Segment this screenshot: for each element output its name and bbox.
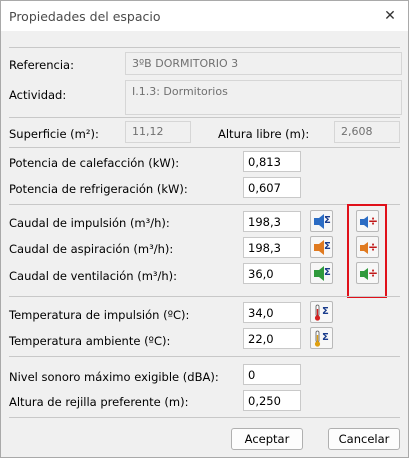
fan-divide-icon: ÷ [360, 214, 378, 228]
referencia-field: 3ºB DORMITORIO 3 [125, 52, 402, 75]
caudal-impulsion-input[interactable]: 198,3 [243, 211, 301, 232]
divider [9, 356, 400, 357]
altura-rejilla-label: Altura de rejilla preferente (m): [9, 395, 189, 409]
divider [9, 417, 400, 418]
caudal-aspiracion-sum-button[interactable]: Σ [310, 236, 333, 258]
actividad-label: Actividad: [9, 88, 67, 102]
fan-divide-icon: ÷ [360, 240, 378, 254]
caudal-ventilacion-sum-button[interactable]: Σ [310, 262, 333, 284]
caudal-aspiracion-divide-button[interactable]: ÷ [356, 236, 379, 258]
thermometer-sum-icon: Σ [314, 304, 329, 321]
referencia-label: Referencia: [9, 58, 74, 72]
caudal-aspiracion-input[interactable]: 198,3 [243, 237, 301, 258]
divider [9, 204, 400, 205]
dialog-title: Propiedades del espacio [9, 9, 161, 24]
superficie-value: 11,12 [132, 125, 164, 138]
thermometer-sum-icon: Σ [314, 330, 329, 347]
fan-sum-icon: Σ [314, 240, 331, 255]
divide-glyph: ÷ [368, 214, 378, 228]
fan-sum-icon: Σ [314, 214, 331, 229]
altura-rejilla-input[interactable]: 0,250 [243, 390, 301, 411]
divider [9, 296, 400, 297]
sum-glyph: Σ [324, 215, 331, 226]
actividad-field: I.1.3: Dormitorios [125, 80, 402, 115]
cancel-button[interactable]: Cancelar [328, 428, 400, 450]
caudal-impulsion-sum-button[interactable]: Σ [310, 210, 333, 232]
sum-glyph: Σ [322, 306, 329, 317]
close-icon[interactable]: ✕ [380, 6, 400, 26]
caudal-ventilacion-input[interactable]: 36,0 [243, 263, 301, 284]
temperatura-impulsion-label: Temperatura de impulsión (ºC): [9, 308, 190, 322]
divider [9, 47, 400, 48]
accept-button[interactable]: Aceptar [231, 428, 303, 450]
caudal-ventilacion-label: Caudal de ventilación (m³/h): [9, 269, 178, 283]
superficie-field: 11,12 [125, 121, 191, 143]
divide-glyph: ÷ [368, 266, 378, 280]
referencia-value: 3ºB DORMITORIO 3 [132, 57, 239, 70]
potencia-calefaccion-input[interactable]: 0,813 [243, 151, 301, 172]
temperatura-ambiente-input[interactable]: 22,0 [243, 328, 301, 349]
divider [9, 117, 400, 118]
caudal-ventilacion-divide-button[interactable]: ÷ [356, 262, 379, 284]
caudal-impulsion-divide-button[interactable]: ÷ [356, 210, 379, 232]
divider [9, 147, 400, 148]
potencia-refrigeracion-input[interactable]: 0,607 [243, 177, 301, 198]
sum-glyph: Σ [322, 332, 329, 343]
divide-glyph: ÷ [368, 240, 378, 254]
temperatura-ambiente-label: Temperatura ambiente (ºC): [9, 334, 171, 348]
altura-libre-field: 2,608 [334, 121, 400, 143]
temperatura-impulsion-sum-button[interactable]: Σ [310, 301, 333, 323]
superficie-label: Superficie (m²): [9, 127, 99, 141]
actividad-value: I.1.3: Dormitorios [132, 85, 228, 98]
properties-dialog: Propiedades del espacio ✕ Referencia: 3º… [0, 0, 409, 458]
altura-libre-value: 2,608 [341, 125, 373, 138]
fan-sum-icon: Σ [314, 266, 331, 281]
caudal-aspiracion-label: Caudal de aspiración (m³/h): [9, 242, 174, 256]
altura-libre-label: Altura libre (m): [218, 127, 310, 141]
sum-glyph: Σ [324, 267, 331, 278]
temperatura-impulsion-input[interactable]: 34,0 [243, 302, 301, 323]
sum-glyph: Σ [324, 241, 331, 252]
title-bar: Propiedades del espacio ✕ [1, 1, 408, 31]
potencia-refrigeracion-label: Potencia de refrigeración (kW): [9, 182, 188, 196]
potencia-calefaccion-label: Potencia de calefacción (kW): [9, 156, 180, 170]
nivel-sonoro-input[interactable]: 0 [243, 364, 301, 385]
fan-divide-icon: ÷ [360, 266, 378, 280]
temperatura-ambiente-sum-button[interactable]: Σ [310, 327, 333, 349]
caudal-impulsion-label: Caudal de impulsión (m³/h): [9, 216, 170, 230]
nivel-sonoro-label: Nivel sonoro máximo exigible (dBA): [9, 370, 219, 384]
